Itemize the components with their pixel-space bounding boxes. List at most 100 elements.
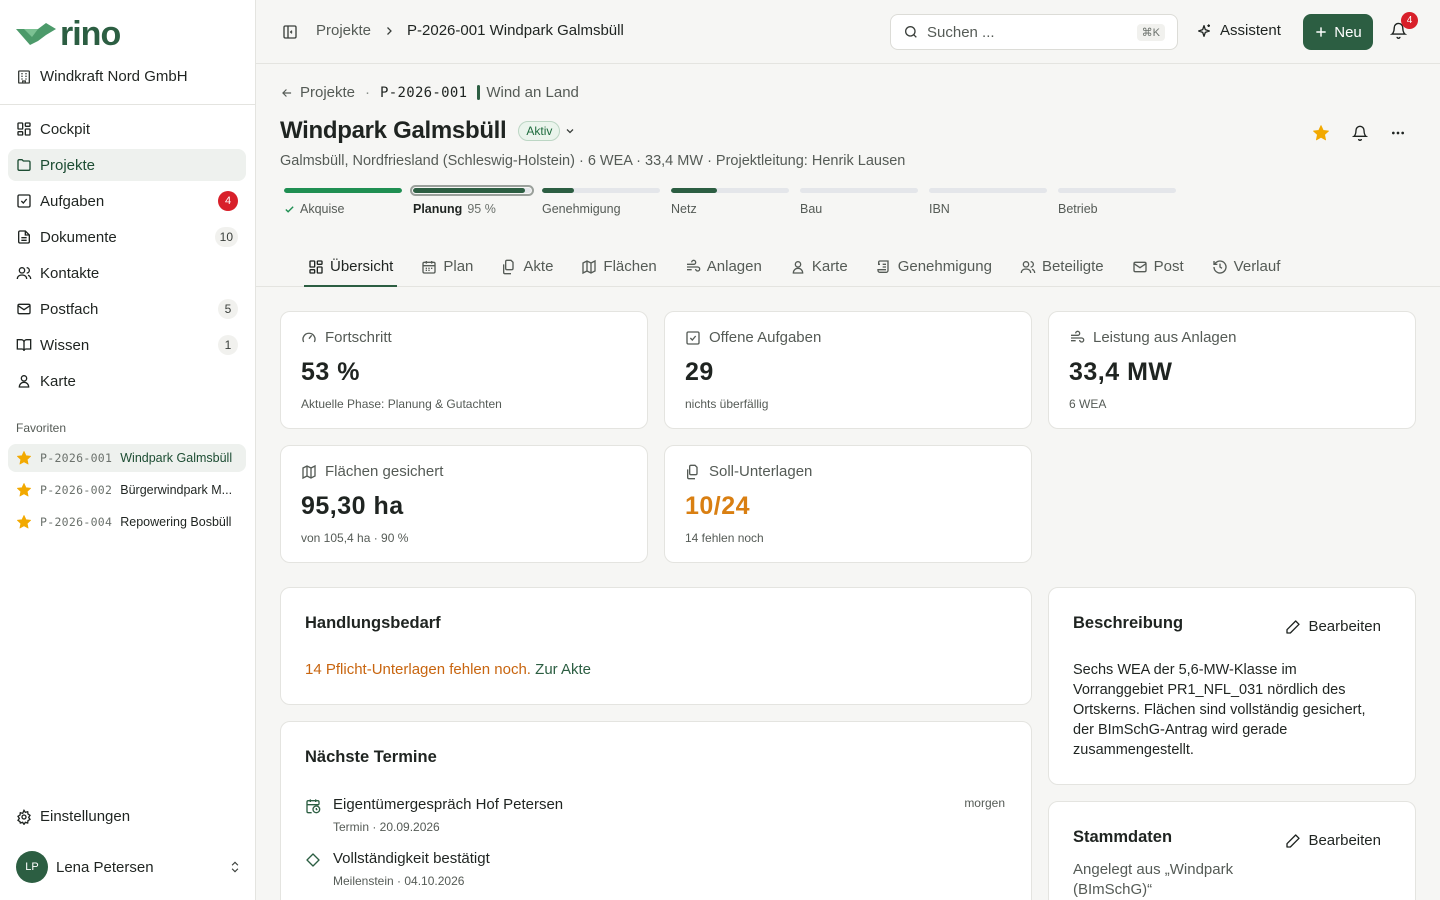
status-badge[interactable]: Aktiv bbox=[518, 121, 561, 141]
wind-icon bbox=[685, 259, 701, 275]
tab-genehmigung[interactable]: Genehmigung bbox=[872, 248, 996, 287]
tab-uebersicht[interactable]: Übersicht bbox=[304, 248, 398, 287]
phase-fill bbox=[413, 188, 526, 193]
search-shortcut: ⌘K bbox=[1136, 23, 1165, 41]
kpi-card-documents[interactable]: Soll-Unterlagen 10/24 14 fehlen noch bbox=[664, 445, 1032, 563]
favorite-item[interactable]: P-2026-002 Bürgerwindpark M... bbox=[8, 476, 246, 504]
phase-netz[interactable]: Netz bbox=[671, 188, 789, 216]
search-input[interactable] bbox=[927, 23, 1129, 41]
nav-item-wissen[interactable]: Wissen 1 bbox=[8, 329, 246, 361]
gear-icon bbox=[16, 809, 32, 825]
phase-genehmigung[interactable]: Genehmigung bbox=[542, 188, 660, 216]
kpi-card-tasks[interactable]: Offene Aufgaben 29 nichts überfällig bbox=[664, 311, 1032, 429]
count-badge: 1 bbox=[218, 335, 238, 355]
tab-anlagen[interactable]: Anlagen bbox=[681, 248, 766, 287]
favorite-item[interactable]: P-2026-001 Windpark Galmsbüll bbox=[8, 444, 246, 472]
org-switcher[interactable]: Windkraft Nord GmbH bbox=[16, 68, 188, 85]
nav-label: Dokumente bbox=[40, 228, 117, 246]
star-icon bbox=[16, 450, 32, 466]
project-title-row: Windpark Galmsbüll Aktiv bbox=[280, 117, 576, 145]
tab-post[interactable]: Post bbox=[1128, 248, 1188, 287]
nav-item-aufgaben[interactable]: Aufgaben 4 bbox=[8, 185, 246, 217]
gauge-icon bbox=[301, 330, 317, 346]
nav-item-dokumente[interactable]: Dokumente 10 bbox=[8, 221, 246, 253]
breadcrumb-root[interactable]: Projekte bbox=[316, 22, 371, 39]
event-name: Vollständigkeit bestätigt bbox=[333, 850, 490, 867]
phase-label: Genehmigung bbox=[542, 202, 621, 216]
back-link[interactable]: Projekte bbox=[280, 84, 355, 101]
tab-label: Flächen bbox=[603, 258, 657, 275]
grid-icon bbox=[16, 121, 32, 137]
settings-link[interactable]: Einstellungen bbox=[16, 808, 130, 825]
project-breadcrumb: Projekte · P-2026-001 Wind an Land bbox=[280, 84, 579, 101]
phase-track bbox=[800, 188, 918, 193]
edit-button[interactable]: Bearbeiten bbox=[1285, 618, 1381, 635]
nav-item-kontakte[interactable]: Kontakte bbox=[8, 257, 246, 289]
tab-beteiligte[interactable]: Beteiligte bbox=[1016, 248, 1108, 287]
brand-logo[interactable]: rino bbox=[16, 15, 121, 53]
count-badge: 10 bbox=[214, 227, 238, 247]
favorite-code: P-2026-001 bbox=[40, 451, 113, 465]
more-icon[interactable] bbox=[1390, 125, 1406, 141]
edit-label: Bearbeiten bbox=[1308, 618, 1381, 635]
scroll-icon bbox=[876, 259, 892, 275]
assistant-button[interactable]: Assistent bbox=[1196, 22, 1281, 39]
new-button[interactable]: Neu bbox=[1303, 14, 1373, 50]
phase-label: Akquise bbox=[300, 202, 345, 216]
phase-bau[interactable]: Bau bbox=[800, 188, 918, 216]
folder-icon bbox=[16, 157, 32, 173]
phase-label-row: Akquise bbox=[284, 202, 402, 216]
sidebar-toggle-icon[interactable] bbox=[282, 24, 298, 40]
kpi-subtext: von 105,4 ha · 90 % bbox=[301, 531, 409, 545]
nav-item-postfach[interactable]: Postfach 5 bbox=[8, 293, 246, 325]
phase-progress: Akquise Planung 95 % Genehmigung Netz Bau IBN B… bbox=[284, 185, 1176, 216]
phase-label-row: Planung 95 % bbox=[413, 202, 531, 216]
project-code: P-2026-001 bbox=[380, 84, 468, 101]
users-icon bbox=[1020, 259, 1036, 275]
tab-akte[interactable]: Akte bbox=[497, 248, 557, 287]
phase-ibn[interactable]: IBN bbox=[929, 188, 1047, 216]
favorite-item[interactable]: P-2026-004 Repowering Bosbüll bbox=[8, 508, 246, 536]
tab-verlauf[interactable]: Verlauf bbox=[1208, 248, 1285, 287]
separator-dot: · bbox=[365, 84, 371, 101]
brand-name: rino bbox=[60, 15, 121, 53]
logo-mark-icon bbox=[16, 23, 56, 45]
tab-flaechen[interactable]: Flächen bbox=[577, 248, 660, 287]
phase-fill bbox=[671, 188, 718, 193]
tab-label: Akte bbox=[523, 258, 554, 275]
nav-label: Postfach bbox=[40, 300, 99, 318]
tab-karte[interactable]: Karte bbox=[786, 248, 852, 287]
star-icon[interactable] bbox=[1312, 124, 1330, 142]
kpi-card-power[interactable]: Leistung aus Anlagen 33,4 MW 6 WEA bbox=[1048, 311, 1416, 429]
nav-item-cockpit[interactable]: Cockpit bbox=[8, 113, 246, 145]
kpi-value: 33,4 MW bbox=[1069, 358, 1173, 386]
kpi-label: Leistung aus Anlagen bbox=[1093, 329, 1237, 346]
kpi-card-areas[interactable]: Flächen gesichert 95,30 ha von 105,4 ha … bbox=[280, 445, 648, 563]
map-pin-icon bbox=[16, 373, 32, 389]
tab-label: Beteiligte bbox=[1041, 258, 1104, 275]
sidebar-divider bbox=[0, 104, 255, 105]
phase-betrieb[interactable]: Betrieb bbox=[1058, 188, 1176, 216]
check-icon bbox=[285, 205, 294, 213]
mail-icon bbox=[16, 301, 32, 317]
user-menu[interactable]: LP Lena Petersen bbox=[16, 851, 242, 883]
avatar: LP bbox=[16, 851, 48, 883]
kpi-subtext: nichts überfällig bbox=[685, 397, 769, 411]
edit-button[interactable]: Bearbeiten bbox=[1285, 832, 1381, 849]
phase-fill bbox=[542, 188, 574, 193]
phase-akquise[interactable]: Akquise bbox=[284, 188, 402, 216]
search-box[interactable]: ⌘K bbox=[890, 14, 1178, 50]
action-message: 14 Pflicht-Unterlagen fehlen noch. Zur A… bbox=[305, 661, 591, 678]
tab-plan[interactable]: Plan bbox=[417, 248, 477, 287]
chevron-down-icon[interactable] bbox=[564, 125, 576, 137]
action-link[interactable]: Zur Akte bbox=[535, 661, 591, 678]
phase-planung[interactable]: Planung 95 % bbox=[410, 185, 534, 216]
nav-item-projekte[interactable]: Projekte bbox=[8, 149, 246, 181]
nav-item-karte[interactable]: Karte bbox=[8, 365, 246, 397]
kpi-label: Offene Aufgaben bbox=[709, 329, 822, 346]
bell-icon[interactable] bbox=[1352, 125, 1368, 141]
event-meta: Termin · 20.09.2026 bbox=[333, 820, 440, 834]
favorites-list: P-2026-001 Windpark Galmsbüll P-2026-002… bbox=[8, 444, 246, 540]
phase-label-row: Bau bbox=[800, 202, 918, 216]
document-icon bbox=[16, 229, 32, 245]
